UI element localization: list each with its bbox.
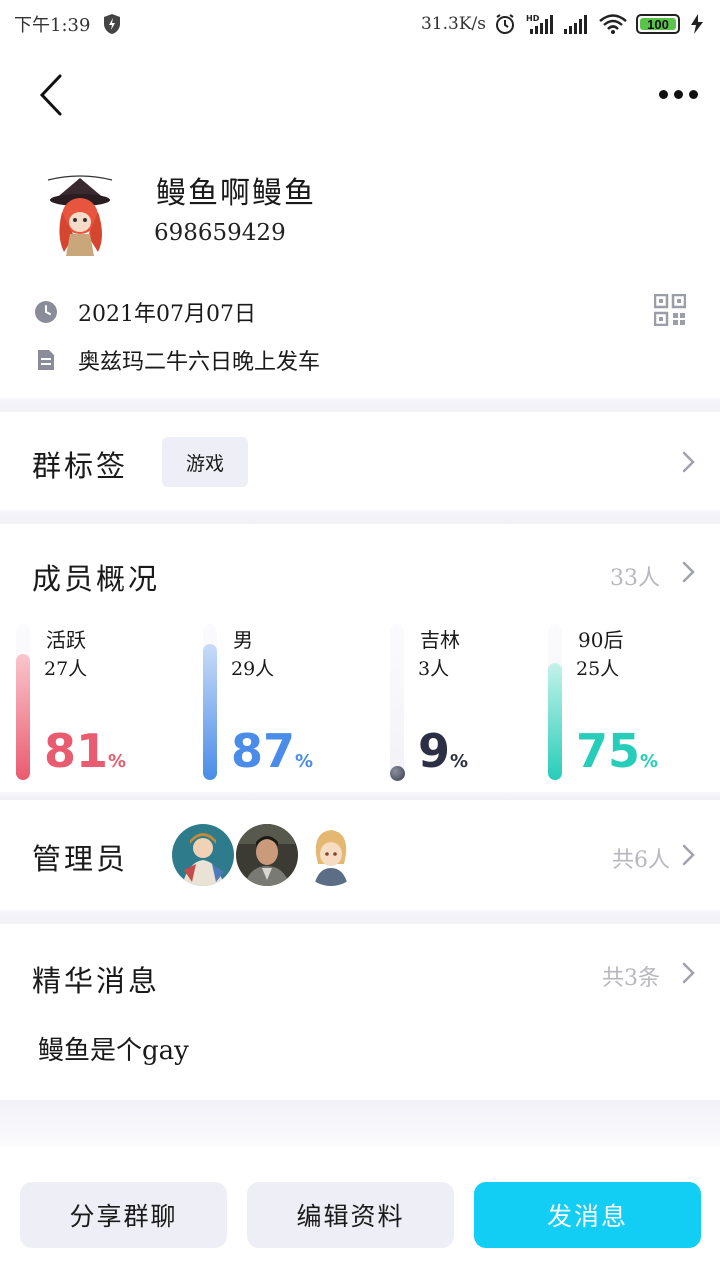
stat-region: 吉林 3人 9% xyxy=(390,620,560,790)
document-icon xyxy=(38,350,54,370)
charging-icon xyxy=(691,14,703,34)
svg-text:HD: HD xyxy=(526,14,540,23)
section-divider xyxy=(0,792,720,800)
member-count: 33人 xyxy=(610,566,660,591)
group-description: 奥兹玛二牛六日晚上发车 xyxy=(78,350,321,375)
battery-icon: 100 xyxy=(636,14,680,34)
status-time: 下午1:39 xyxy=(14,15,91,36)
stat-count: 27人 xyxy=(44,658,88,680)
chevron-right-icon xyxy=(682,962,695,984)
group-id[interactable]: 698659429 xyxy=(154,220,286,246)
more-dot-icon xyxy=(688,89,698,99)
group-tag-title: 群标签 xyxy=(32,449,129,483)
shield-icon xyxy=(104,14,121,34)
bottom-fade xyxy=(0,1100,720,1146)
stat-label: 吉林 xyxy=(420,628,460,652)
edit-profile-button[interactable]: 编辑资料 xyxy=(247,1182,454,1248)
stat-label: 男 xyxy=(233,628,253,652)
tag-chip: 游戏 xyxy=(162,437,248,487)
chevron-right-icon xyxy=(682,561,695,583)
created-date-row: 2021年07月07日 xyxy=(34,296,256,328)
stat-bar-fill xyxy=(548,663,562,780)
admin-count: 共6人 xyxy=(612,848,670,873)
qr-code-icon[interactable] xyxy=(654,294,686,326)
share-group-button[interactable]: 分享群聊 xyxy=(20,1182,227,1248)
stat-percent: 75% xyxy=(576,724,659,778)
created-date: 2021年07月07日 xyxy=(78,302,256,327)
signal-hd-icon: HD xyxy=(526,14,553,34)
section-divider xyxy=(0,398,720,412)
top-nav xyxy=(0,62,720,132)
member-overview-title: 成员概况 xyxy=(32,562,161,596)
alarm-icon xyxy=(496,14,514,34)
stat-count: 3人 xyxy=(418,658,450,680)
signal-icon xyxy=(564,15,587,34)
stat-active: 活跃 27人 81% xyxy=(16,620,186,790)
stat-bar-track xyxy=(390,624,404,780)
status-bar: 下午1:39 31.3K/s HD 100 xyxy=(0,0,720,48)
stat-bar-fill xyxy=(203,644,217,780)
wifi-icon xyxy=(599,14,627,34)
stat-label: 活跃 xyxy=(46,628,86,652)
stat-male: 男 29人 87% xyxy=(203,620,373,790)
admin-avatar[interactable] xyxy=(236,824,298,886)
stat-bar-track xyxy=(203,624,217,780)
stat-count: 25人 xyxy=(576,658,620,680)
chevron-right-icon xyxy=(682,844,695,866)
stat-percent: 87% xyxy=(231,724,314,778)
send-message-button[interactable]: 发消息 xyxy=(474,1182,701,1248)
stat-count: 29人 xyxy=(231,658,275,680)
section-divider xyxy=(0,910,720,924)
clock-icon xyxy=(35,301,57,323)
more-options-button[interactable] xyxy=(654,76,702,112)
more-dot-icon xyxy=(673,89,683,99)
stat-bar-track xyxy=(16,624,30,780)
stat-bar-track xyxy=(548,624,562,780)
chevron-right-icon xyxy=(682,451,695,473)
section-divider xyxy=(0,510,720,524)
stat-bar-fill xyxy=(16,654,30,780)
featured-title: 精华消息 xyxy=(32,964,161,998)
stat-percent: 81% xyxy=(44,724,127,778)
admin-avatar[interactable] xyxy=(300,824,362,886)
admin-avatar[interactable] xyxy=(172,824,234,886)
featured-count: 共3条 xyxy=(602,966,660,991)
network-speed: 31.3K/s xyxy=(420,14,486,34)
stat-label: 90后 xyxy=(578,628,624,652)
group-name: 鳗鱼啊鳗鱼 xyxy=(156,176,316,211)
description-row: 奥兹玛二牛六日晚上发车 xyxy=(34,344,320,376)
group-avatar[interactable] xyxy=(44,166,116,258)
featured-message[interactable]: 鳗鱼是个gay xyxy=(38,1030,189,1067)
back-arrow-icon xyxy=(39,74,62,116)
admin-title: 管理员 xyxy=(32,842,129,876)
stat-percent: 9% xyxy=(418,724,469,778)
more-dot-icon xyxy=(658,89,668,99)
back-button[interactable] xyxy=(26,70,76,120)
stat-age: 90后 25人 75% xyxy=(548,620,718,790)
stat-bar-dot xyxy=(390,766,405,781)
